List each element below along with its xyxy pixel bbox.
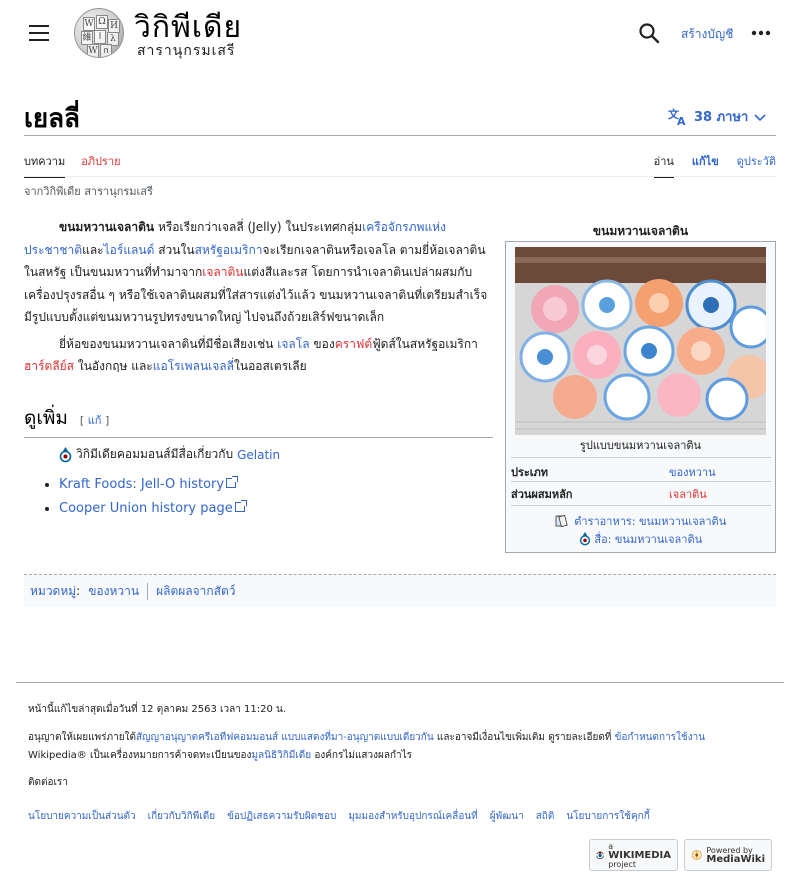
tab-history[interactable]: ดูประวัติ bbox=[737, 152, 776, 178]
link-aeroplane-jelly[interactable]: แอโรเพลนเจลลี่ bbox=[153, 359, 234, 373]
list-item: Kraft Foods: Jell-O history bbox=[59, 473, 245, 497]
infobox-divider bbox=[511, 481, 771, 482]
ellipsis-icon[interactable] bbox=[750, 22, 772, 44]
article-body: ขนมหวานเจลาติน หรือเรียกว่าเจลลี่ (Jelly… bbox=[24, 216, 494, 382]
page-title: เยลลี่ bbox=[24, 104, 80, 134]
footer-links: นโยบายความเป็นส่วนตัว เกี่ยวกับวิกิพีเดี… bbox=[28, 809, 650, 824]
list-item: Cooper Union history page bbox=[59, 497, 247, 521]
recipe-prefix-link[interactable]: ตำราอาหาร: bbox=[574, 515, 635, 528]
language-button[interactable]: 文 A 38 ภาษา bbox=[668, 106, 766, 127]
infobox-row-type: ประเภท ของหวาน bbox=[511, 463, 771, 481]
foundation-link[interactable]: มูลนิธิวิกิมีเดีย bbox=[251, 750, 311, 761]
infobox-value-link[interactable]: ของหวาน bbox=[669, 463, 716, 481]
link-hartleys[interactable]: ฮาร์ตลีย์ส bbox=[24, 359, 74, 373]
create-account-link[interactable]: สร้างบัญชี bbox=[681, 25, 733, 44]
mediawiki-logo-icon bbox=[691, 850, 702, 860]
jelly-desserts-photo[interactable] bbox=[515, 247, 766, 435]
wikipedia-globe-logo[interactable]: WΩИ 維اλ Wก bbox=[74, 8, 124, 58]
recipe-link[interactable]: ขนมหวานเจลาติน bbox=[639, 515, 726, 528]
footer-divider bbox=[16, 682, 784, 683]
category-separator bbox=[147, 582, 149, 600]
title-divider bbox=[24, 135, 776, 136]
section-edit-link[interactable]: แก้ bbox=[88, 414, 102, 427]
wikimedia-commons-icon bbox=[579, 532, 590, 546]
svg-text:A: A bbox=[677, 115, 686, 126]
link-kraft[interactable]: คราฟต์ bbox=[335, 337, 373, 351]
categories-label-link[interactable]: หมวดหมู่ bbox=[30, 582, 76, 601]
site-header: WΩИ 維اλ Wก วิกิพีเดีย สารานุกรมเสรี สร้า… bbox=[0, 0, 800, 66]
footer-link-mobile-view[interactable]: มุมมองสำหรับอุปกรณ์เคลื่อนที่ bbox=[348, 809, 477, 824]
tab-article[interactable]: บทความ bbox=[24, 152, 66, 178]
view-tabs: อ่าน แก้ไข ดูประวัติ bbox=[653, 152, 776, 178]
see-also-section: ดูเพิ่ม [ แก้ ] bbox=[24, 403, 493, 438]
footer-link-disclaimer[interactable]: ข้อปฏิเสธความรับผิดชอบ bbox=[227, 809, 336, 824]
external-link-icon bbox=[226, 476, 239, 488]
wikimedia-project-badge[interactable]: a WIKIMEDIA project bbox=[589, 839, 678, 871]
link-kraft-jello-history[interactable]: Kraft Foods: Jell-O history bbox=[59, 477, 224, 492]
infobox-caption: รูปแบบขนมหวานเจลาติน bbox=[579, 439, 702, 452]
site-sub-tagline: จากวิกิพีเดีย สารานุกรมเสรี bbox=[24, 185, 153, 198]
see-also-heading: ดูเพิ่ม bbox=[24, 407, 68, 429]
link-usa[interactable]: สหรัฐอเมริกา bbox=[195, 243, 263, 257]
infobox-row-ingredient: ส่วนผสมหลัก เจลาติน bbox=[511, 485, 771, 503]
contact-link[interactable]: ติดต่อเรา bbox=[28, 775, 68, 790]
footer-link-stats[interactable]: สถิติ bbox=[536, 809, 555, 824]
section-divider bbox=[24, 437, 493, 438]
wikimedia-logo-icon bbox=[596, 851, 605, 860]
mediawiki-badge-text: Powered by MediaWiki bbox=[706, 846, 765, 865]
namespace-tabs: บทความ อภิปราย bbox=[24, 152, 121, 178]
section-edit: [ แก้ ] bbox=[79, 414, 110, 427]
chevron-down-icon bbox=[754, 113, 766, 121]
translate-icon: 文 A bbox=[668, 108, 686, 126]
commons-notice: วิกิมีเดียคอมมอนส์มีสื่อเกี่ยวกับ Gelati… bbox=[59, 445, 280, 464]
infobox: รูปแบบขนมหวานเจลาติน ประเภท ของหวาน ส่วน… bbox=[505, 241, 776, 553]
tabs-divider bbox=[24, 176, 776, 177]
infobox-key: ส่วนผสมหลัก bbox=[511, 488, 573, 501]
infobox-divider bbox=[511, 457, 771, 458]
link-cooper-union-history[interactable]: Cooper Union history page bbox=[59, 501, 233, 516]
intro-paragraph: ขนมหวานเจลาติน หรือเรียกว่าเจลลี่ (Jelly… bbox=[24, 220, 488, 324]
infobox-title: ขนมหวานเจลาติน bbox=[592, 224, 689, 238]
external-links-list: Kraft Foods: Jell-O history Cooper Union… bbox=[46, 473, 247, 521]
tab-read[interactable]: อ่าน bbox=[653, 152, 674, 178]
infobox-key: ประเภท bbox=[511, 466, 549, 479]
terms-link[interactable]: ข้อกำหนดการใช้งาน bbox=[615, 732, 705, 743]
media-prefix-link[interactable]: สื่อ: bbox=[594, 533, 611, 546]
footer-link-developers[interactable]: ผู้พัฒนา bbox=[490, 809, 524, 824]
link-commons-gelatin[interactable]: Gelatin bbox=[237, 448, 280, 462]
link-jello[interactable]: เจลโล bbox=[277, 337, 309, 351]
license-text: อนุญาตให้เผยแพร่ภายใต้สัญญาอนุญาตครีเอที… bbox=[28, 732, 706, 761]
footer-link-cookie-policy[interactable]: นโยบายการใช้คุกกี้ bbox=[566, 809, 649, 824]
link-gelatin[interactable]: เจลาติน bbox=[202, 265, 243, 279]
tab-edit[interactable]: แก้ไข bbox=[692, 152, 719, 178]
last-edited: หน้านี้แก้ไขล่าสุดเมื่อวันที่ 12 ตุลาคม … bbox=[28, 704, 287, 715]
language-count: 38 ภาษา bbox=[694, 110, 749, 125]
infobox-recipe-line: ตำราอาหาร: ขนมหวานเจลาติน bbox=[506, 512, 775, 530]
category-link-dessert[interactable]: ของหวาน bbox=[88, 582, 139, 601]
lead-term: ขนมหวานเจลาติน bbox=[59, 220, 155, 234]
photo-illustration bbox=[515, 247, 766, 435]
category-box: หมวดหมู่: ของหวาน ผลิตผลจากสัตว์ bbox=[24, 574, 776, 607]
search-icon[interactable] bbox=[638, 22, 660, 44]
footer-link-privacy[interactable]: นโยบายความเป็นส่วนตัว bbox=[28, 809, 136, 824]
external-link-icon bbox=[234, 500, 247, 512]
infobox-media-line: สื่อ: ขนมหวานเจลาติน bbox=[506, 530, 775, 548]
wikibooks-icon bbox=[555, 514, 568, 528]
tab-talk[interactable]: อภิปราย bbox=[81, 152, 120, 178]
wikimedia-commons-icon bbox=[59, 446, 72, 462]
hamburger-icon[interactable] bbox=[27, 22, 51, 44]
brands-paragraph: ยี่ห้อของขนมหวานเจลาตินที่มีชื่อเสียงเช่… bbox=[24, 336, 478, 374]
license-link[interactable]: สัญญาอนุญาตครีเอทีฟคอมมอนส์ แบบแสดงที่มา… bbox=[136, 732, 434, 743]
link-ireland[interactable]: ไอร์แลนด์ bbox=[104, 243, 155, 257]
media-link[interactable]: ขนมหวานเจลาติน bbox=[615, 533, 702, 546]
footer-link-about[interactable]: เกี่ยวกับวิกิพีเดีย bbox=[148, 809, 215, 824]
infobox-value-link[interactable]: เจลาติน bbox=[669, 485, 707, 503]
wikipedia-tagline: สารานุกรมเสรี bbox=[137, 43, 236, 59]
wikimedia-badge-text: a WIKIMEDIA project bbox=[608, 841, 671, 869]
category-link-animal-products[interactable]: ผลิตผลจากสัตว์ bbox=[156, 582, 235, 601]
powered-by-mediawiki-badge[interactable]: Powered by MediaWiki bbox=[684, 839, 772, 871]
infobox-divider bbox=[511, 505, 771, 506]
